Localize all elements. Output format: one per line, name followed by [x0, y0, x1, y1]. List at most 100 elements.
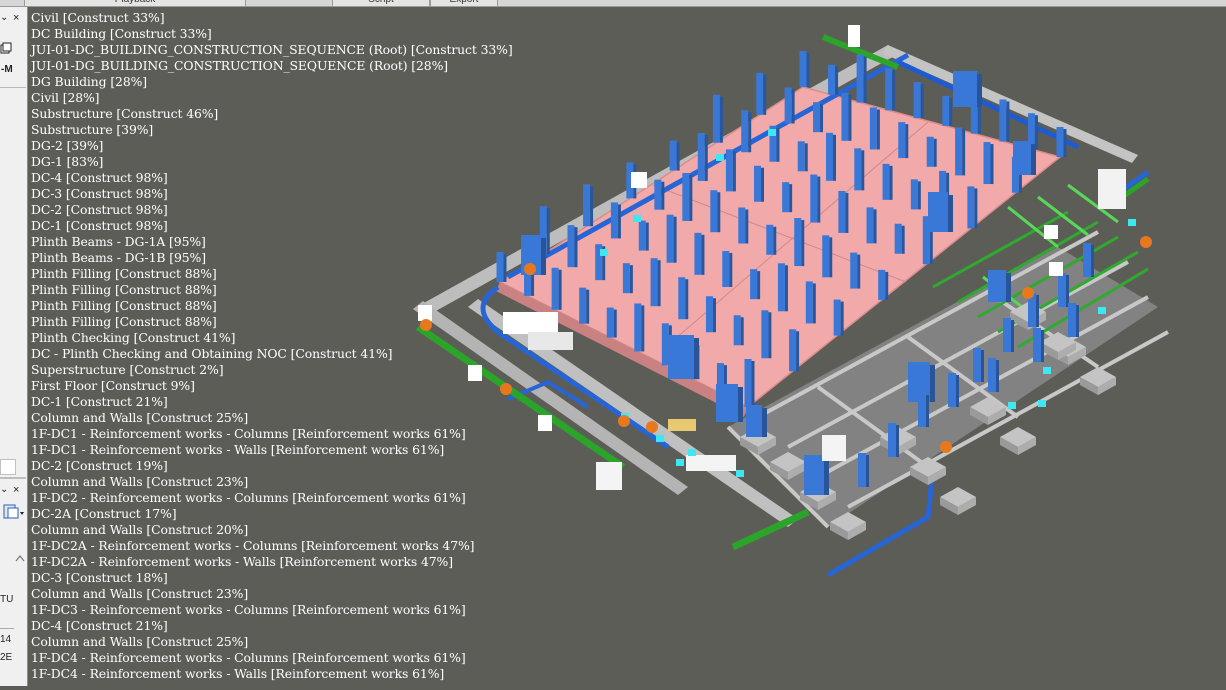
equipment-block	[668, 419, 696, 431]
structural-column	[722, 251, 733, 287]
valve-fitting	[1140, 236, 1152, 248]
side-panel: ⌄ × -M ⌄ × TU 14 2E	[0, 7, 28, 686]
task-label: 1F-DC2 - Reinforcement works - Columns […	[31, 490, 466, 505]
tab-script[interactable]: Script	[332, 0, 430, 6]
task-label: 1F-DC3 - Reinforcement works - Columns […	[31, 602, 466, 617]
task-label: DC-3 [Construct 18%]	[31, 570, 168, 585]
equipment-block	[631, 172, 647, 188]
dropdown-icon[interactable]: ⌄	[0, 12, 8, 23]
tab-export[interactable]: Export	[430, 0, 498, 6]
structural-column	[741, 110, 752, 153]
structural-column	[841, 92, 852, 141]
structural-column	[782, 182, 793, 213]
structural-column	[705, 296, 716, 333]
structural-column	[794, 218, 805, 267]
structural-column	[856, 54, 867, 103]
panel-divider	[0, 87, 26, 88]
panel-splitter[interactable]	[0, 477, 26, 479]
structural-column	[1083, 243, 1094, 277]
panel-field[interactable]	[0, 459, 16, 475]
valve-fitting	[524, 263, 536, 275]
tab-playback[interactable]: Playback	[24, 0, 246, 6]
task-label: DC Building [Construct 33%]	[31, 26, 212, 41]
task-label: 1F-DC4 - Reinforcement works - Columns […	[31, 650, 466, 665]
task-label: 1F-DC1 - Reinforcement works - Columns […	[31, 426, 466, 441]
task-label: Plinth Checking [Construct 41%]	[31, 330, 236, 345]
paste-icon[interactable]	[3, 503, 25, 519]
structural-column	[650, 258, 661, 307]
mep-fitting	[633, 215, 641, 222]
structural-column	[983, 142, 994, 185]
valve-fitting	[940, 441, 952, 453]
equipment-block	[1044, 225, 1058, 239]
structural-column	[682, 172, 693, 221]
valve-fitting	[646, 421, 658, 433]
structural-column	[898, 122, 909, 159]
task-label: Plinth Filling [Construct 88%]	[31, 314, 217, 329]
task-label: 1F-DC4 - Reinforcement works - Walls [Re…	[31, 666, 445, 681]
structural-column	[1033, 328, 1044, 362]
task-label: Civil [28%]	[31, 90, 100, 105]
footing-block	[940, 487, 976, 515]
structural-column	[744, 359, 755, 407]
structural-column	[918, 393, 929, 427]
structural-column	[822, 235, 833, 278]
mep-fitting	[736, 470, 744, 477]
structural-column	[913, 82, 924, 119]
window-restore-icon[interactable]	[0, 42, 12, 54]
shear-wall	[988, 270, 1011, 302]
structural-column	[669, 140, 680, 171]
structural-column	[789, 329, 800, 372]
structural-column	[712, 94, 723, 143]
task-label: First Floor [Construct 9%]	[31, 378, 195, 393]
equipment-block	[686, 455, 736, 471]
structural-column	[888, 423, 899, 457]
equipment-block	[528, 332, 573, 350]
task-label: Plinth Filling [Construct 88%]	[31, 266, 217, 281]
mep-fitting	[716, 154, 724, 161]
mep-fitting	[600, 249, 608, 256]
structural-column	[754, 165, 765, 202]
structural-column	[666, 214, 677, 263]
structural-column	[826, 132, 837, 181]
task-label: Column and Walls [Construct 23%]	[31, 474, 249, 489]
scroll-up-icon[interactable]	[15, 554, 25, 564]
mep-fitting	[1098, 307, 1106, 314]
task-label: 1F-DC1 - Reinforcement works - Walls [Re…	[31, 442, 445, 457]
task-label: DC-1 [Construct 21%]	[31, 394, 168, 409]
structural-column	[756, 72, 767, 115]
structural-column	[1003, 318, 1014, 352]
mep-fitting	[1038, 400, 1046, 407]
mep-fitting	[1043, 367, 1051, 374]
mep-fitting	[768, 129, 776, 136]
structural-column	[805, 281, 816, 324]
task-label: Column and Walls [Construct 25%]	[31, 634, 249, 649]
structural-column	[955, 127, 966, 176]
structural-column	[638, 220, 649, 251]
structural-column	[551, 267, 562, 310]
task-label: Column and Walls [Construct 25%]	[31, 410, 249, 425]
shear-wall	[668, 335, 699, 379]
structural-column	[799, 51, 810, 87]
equipment-block	[848, 25, 860, 47]
task-label-overlay: Civil [Construct 33%] DC Building [Constr…	[31, 10, 513, 682]
structural-column	[948, 373, 959, 407]
structural-column	[750, 269, 761, 300]
structural-column	[606, 307, 617, 338]
task-label: Plinth Filling [Construct 88%]	[31, 282, 217, 297]
structural-column	[694, 232, 705, 275]
structural-column	[583, 184, 594, 227]
green-pipe	[731, 508, 810, 551]
structural-column	[738, 207, 749, 244]
task-label: Civil [Construct 33%]	[31, 10, 165, 25]
close-icon[interactable]: ×	[13, 484, 19, 496]
structural-column	[910, 179, 921, 210]
task-label: DC-2 [Construct 98%]	[31, 202, 168, 217]
dropdown-icon[interactable]: ⌄	[0, 484, 8, 495]
mep-fitting	[688, 449, 696, 456]
panel-label-2e: 2E	[0, 652, 13, 663]
task-label: DC-4 [Construct 98%]	[31, 170, 168, 185]
task-label: DG Building [28%]	[31, 74, 148, 89]
structural-column	[850, 252, 861, 289]
close-icon[interactable]: ×	[13, 12, 19, 24]
